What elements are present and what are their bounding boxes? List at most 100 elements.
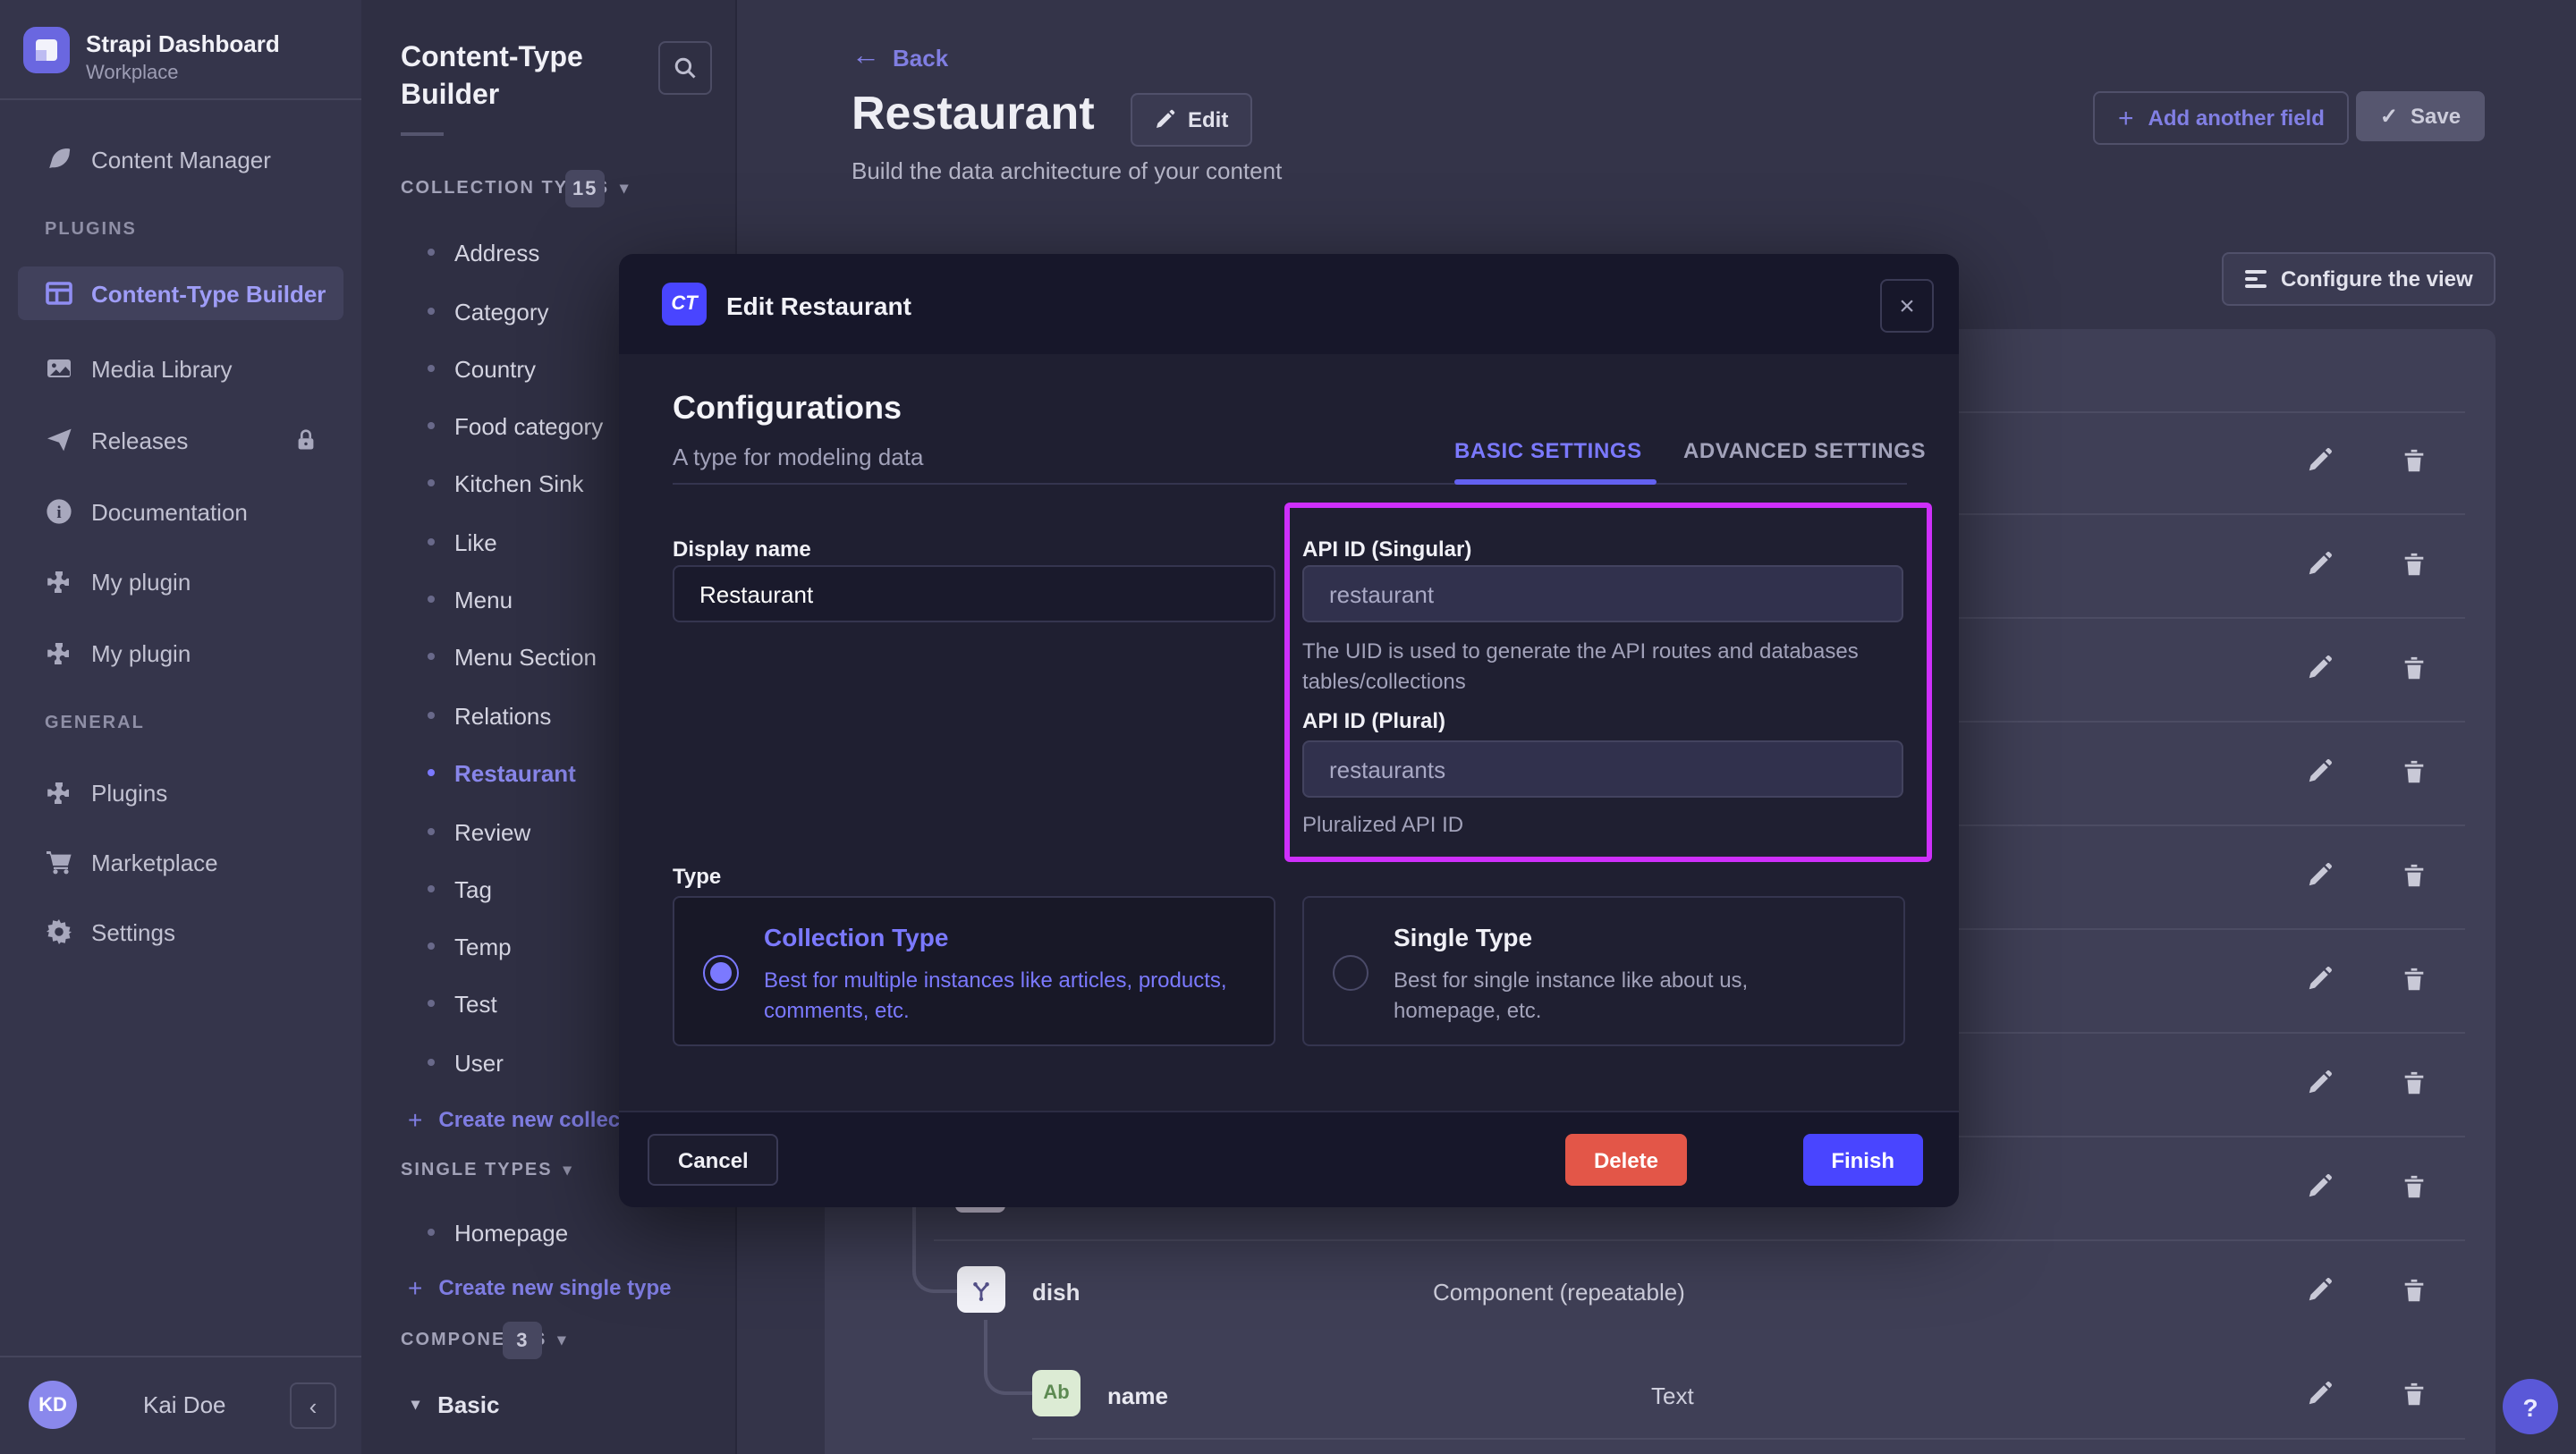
api-id-plural-input[interactable] bbox=[1302, 740, 1903, 798]
sidebar-item-label: My plugin bbox=[91, 568, 191, 595]
edit-button[interactable]: Edit bbox=[1131, 93, 1251, 147]
pencil-icon[interactable] bbox=[2306, 1277, 2333, 1304]
pencil-icon[interactable] bbox=[2306, 1381, 2333, 1408]
trash-icon[interactable] bbox=[2401, 551, 2428, 578]
option-title: Collection Type bbox=[764, 923, 948, 951]
trash-icon[interactable] bbox=[2401, 1069, 2428, 1096]
cancel-button[interactable]: Cancel bbox=[648, 1134, 779, 1186]
pencil-icon[interactable] bbox=[2306, 447, 2333, 474]
trash-icon[interactable] bbox=[2401, 862, 2428, 889]
sidebar-item-my-plugin-2[interactable]: My plugin bbox=[0, 626, 361, 680]
trash-icon[interactable] bbox=[2401, 1381, 2428, 1408]
sidebar-item-media-library[interactable]: Media Library bbox=[0, 342, 361, 395]
close-button[interactable]: × bbox=[1880, 279, 1934, 333]
back-arrow-icon: ← bbox=[852, 41, 880, 73]
tab-basic-settings[interactable]: BASIC SETTINGS bbox=[1454, 438, 1642, 463]
tabs-divider bbox=[673, 483, 1907, 485]
help-button[interactable]: ? bbox=[2503, 1379, 2558, 1434]
strapi-app: Strapi Dashboard Workplace Content Manag… bbox=[0, 0, 2576, 1454]
pencil-icon[interactable] bbox=[2306, 758, 2333, 785]
sidebar-item-plugins[interactable]: Plugins bbox=[0, 765, 361, 819]
user-name: Kai Doe bbox=[143, 1391, 226, 1418]
image-icon bbox=[45, 354, 73, 383]
plus-icon: + bbox=[408, 1105, 422, 1134]
divider bbox=[0, 98, 361, 100]
modal-footer: Cancel Delete Finish bbox=[619, 1111, 1959, 1207]
chevron-down-icon: ▾ bbox=[411, 1394, 419, 1414]
add-another-field-button[interactable]: + Add another field bbox=[2093, 91, 2350, 145]
row-actions bbox=[2306, 655, 2431, 683]
bullet-icon bbox=[428, 365, 435, 372]
pencil-icon[interactable] bbox=[2306, 655, 2333, 681]
bullet-icon bbox=[428, 1059, 435, 1066]
configure-view-button[interactable]: Configure the view bbox=[2222, 252, 2496, 306]
back-link[interactable]: ← Back bbox=[852, 41, 948, 73]
tree-connector bbox=[984, 1320, 1034, 1395]
row-actions bbox=[2306, 966, 2431, 994]
collection-types-header[interactable]: COLLECTION TYPES ▾ 15 bbox=[401, 179, 630, 199]
sidebar-item-label: Settings bbox=[91, 918, 175, 945]
pencil-icon[interactable] bbox=[2306, 862, 2333, 889]
sidebar-item-my-plugin-1[interactable]: My plugin bbox=[0, 554, 361, 608]
pencil-icon[interactable] bbox=[2306, 551, 2333, 578]
sidebar-item-marketplace[interactable]: Marketplace bbox=[0, 835, 361, 889]
create-single-type-link[interactable]: +Create new single type bbox=[361, 1266, 898, 1309]
finish-button[interactable]: Finish bbox=[1802, 1134, 1923, 1186]
api-id-singular-hint: The UID is used to generate the API rout… bbox=[1302, 637, 1893, 697]
collapse-sidebar-button[interactable]: ‹ bbox=[290, 1382, 336, 1429]
api-id-singular-input[interactable] bbox=[1302, 565, 1903, 622]
components-header[interactable]: COMPONENTS ▾ 3 bbox=[401, 1331, 567, 1350]
modal-title: Edit Restaurant bbox=[726, 292, 911, 320]
sidebar-item-content-manager[interactable]: Content Manager bbox=[0, 132, 361, 186]
components-count-badge: 3 bbox=[503, 1322, 542, 1359]
close-icon: × bbox=[1899, 291, 1915, 321]
layout-grid-icon bbox=[45, 279, 73, 308]
type-label: Type bbox=[673, 864, 721, 889]
puzzle-icon bbox=[45, 567, 73, 596]
sidebar-item-documentation[interactable]: i Documentation bbox=[0, 485, 361, 538]
bullet-icon bbox=[428, 1229, 435, 1236]
plus-icon: + bbox=[408, 1273, 422, 1302]
single-type-homepage[interactable]: Homepage bbox=[361, 1211, 735, 1254]
component-group-basic[interactable]: ▾Basic bbox=[361, 1382, 735, 1425]
sidebar-item-content-type-builder[interactable]: Content-Type Builder bbox=[18, 266, 343, 320]
radio-selected-icon[interactable] bbox=[703, 955, 739, 991]
trash-icon[interactable] bbox=[2401, 447, 2428, 474]
delete-button[interactable]: Delete bbox=[1565, 1134, 1687, 1186]
radio-unselected-icon[interactable] bbox=[1333, 955, 1368, 991]
save-button[interactable]: ✓ Save bbox=[2356, 91, 2485, 141]
trash-icon[interactable] bbox=[2401, 1173, 2428, 1200]
trash-icon[interactable] bbox=[2401, 1277, 2428, 1304]
sidebar-item-releases[interactable]: Releases bbox=[0, 413, 361, 467]
row-actions bbox=[2306, 1173, 2431, 1202]
search-button[interactable] bbox=[658, 41, 712, 95]
modal-header: CT Edit Restaurant × bbox=[619, 254, 1959, 356]
trash-icon[interactable] bbox=[2401, 758, 2428, 785]
option-description: Best for multiple instances like article… bbox=[764, 966, 1229, 1027]
trash-icon[interactable] bbox=[2401, 655, 2428, 681]
chevron-down-icon: ▾ bbox=[557, 1331, 567, 1350]
avatar[interactable]: KD bbox=[29, 1381, 77, 1429]
puzzle-icon bbox=[45, 778, 73, 807]
trash-icon[interactable] bbox=[2401, 966, 2428, 993]
option-collection-type[interactable]: Collection Type Best for multiple instan… bbox=[673, 896, 1275, 1046]
bullet-icon bbox=[428, 538, 435, 545]
tab-advanced-settings[interactable]: ADVANCED SETTINGS bbox=[1683, 438, 1926, 463]
display-name-label: Display name bbox=[673, 537, 811, 562]
display-name-input[interactable] bbox=[673, 565, 1275, 622]
workspace-subtitle: Workplace bbox=[86, 63, 179, 84]
pencil-icon[interactable] bbox=[2306, 966, 2333, 993]
api-id-plural-hint: Pluralized API ID bbox=[1302, 810, 1463, 841]
field-name: name bbox=[1107, 1382, 1168, 1409]
option-single-type[interactable]: Single Type Best for single instance lik… bbox=[1302, 896, 1905, 1046]
single-types-header[interactable]: SINGLE TYPES ▾ bbox=[401, 1161, 573, 1180]
strapi-logo-icon[interactable] bbox=[23, 27, 70, 73]
content-type-badge: CT bbox=[662, 283, 707, 325]
workspace-title: Strapi Dashboard bbox=[86, 30, 280, 57]
lock-icon bbox=[293, 427, 318, 452]
general-section-label: GENERAL bbox=[45, 714, 145, 733]
pencil-icon[interactable] bbox=[2306, 1069, 2333, 1096]
pencil-icon[interactable] bbox=[2306, 1173, 2333, 1200]
modal-body: Configurations A type for modeling data … bbox=[619, 354, 1959, 1111]
sidebar-item-settings[interactable]: Settings bbox=[0, 905, 361, 959]
